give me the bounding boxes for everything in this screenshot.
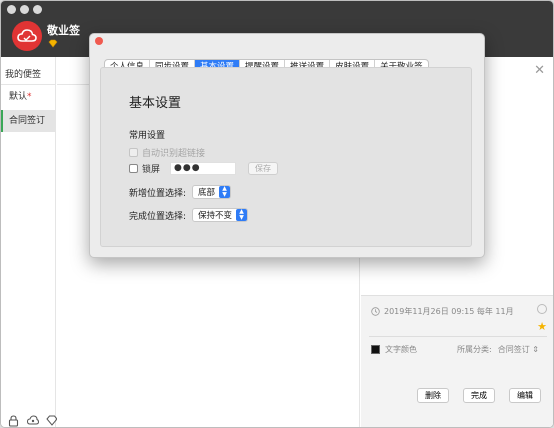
- category-select[interactable]: 合同签订 ⇕: [498, 344, 539, 355]
- new-position-value: 底部: [198, 188, 216, 198]
- text-color-swatch[interactable]: [371, 345, 380, 354]
- lock-screen-checkbox[interactable]: [129, 164, 138, 173]
- auto-link-label: 自动识别超链接: [142, 149, 206, 159]
- cloud-people-icon[interactable]: [26, 414, 39, 427]
- auto-link-checkbox: [129, 148, 138, 157]
- sidebar-item-label: 合同签订: [9, 116, 46, 126]
- new-position-select[interactable]: 底部 ▲ ▼: [192, 185, 232, 199]
- reminder-date: 2019年11月26日 09:15 每年 11月: [384, 307, 514, 316]
- auto-link-option: 自动识别超链接: [129, 146, 205, 159]
- close-icon[interactable]: ✕: [534, 63, 545, 78]
- app-name: 敬业签: [47, 24, 80, 37]
- settings-content: 基本设置 常用设置 自动识别超链接 锁屏 ●●● 保存 新增位置选择: 底部 ▲…: [100, 67, 472, 247]
- note-detail-panel: 2019年11月26日 09:15 每年 11月 ★ 文字颜色 所属分类: 合同…: [361, 295, 553, 427]
- chevron-updown-icon: ▲ ▼: [219, 186, 231, 198]
- app-logo-icon: [12, 21, 42, 51]
- text-color-label: 文字颜色: [385, 345, 417, 354]
- done-position-label: 完成位置选择:: [129, 211, 187, 222]
- common-settings-heading: 常用设置: [129, 131, 166, 141]
- category-value: 合同签订: [497, 345, 530, 354]
- text-color-row[interactable]: 文字颜色: [371, 344, 417, 355]
- sidebar-item-label: 默认: [9, 92, 28, 102]
- sidebar: 我的便签 默认* 合同签订: [1, 57, 95, 427]
- lock-icon[interactable]: [7, 414, 20, 427]
- done-position-row: 完成位置选择: 保持不变 ▲ ▼: [129, 208, 249, 222]
- settings-dialog: 个人信息 同步设置 基本设置 提醒设置 推送设置 皮肤设置 关于敬业签 基本设置…: [89, 33, 485, 258]
- save-button[interactable]: 保存: [248, 162, 279, 175]
- clear-reminder-icon[interactable]: [537, 304, 547, 314]
- category-label: 所属分类:: [457, 345, 492, 354]
- section-title: 基本设置: [129, 96, 182, 111]
- divider: [369, 336, 547, 337]
- category-row: 所属分类: 合同签订 ⇕: [457, 344, 539, 355]
- sidebar-title: 我的便签: [5, 70, 42, 80]
- new-position-row: 新增位置选择: 底部 ▲ ▼: [129, 185, 232, 199]
- done-button[interactable]: 完成: [463, 388, 495, 403]
- reminder-row[interactable]: 2019年11月26日 09:15 每年 11月: [371, 306, 514, 317]
- sidebar-item-contract[interactable]: 合同签订: [1, 110, 56, 132]
- dialog-close-button[interactable]: [95, 37, 103, 45]
- star-icon[interactable]: ★: [537, 320, 547, 333]
- clock-icon: [371, 307, 380, 316]
- done-position-select[interactable]: 保持不变 ▲ ▼: [192, 208, 249, 222]
- divider: [1, 84, 55, 85]
- window-close-button[interactable]: [7, 5, 16, 14]
- password-field[interactable]: ●●●: [170, 162, 237, 175]
- window-minimize-button[interactable]: [20, 5, 29, 14]
- lock-screen-option: 锁屏 ●●● 保存: [129, 162, 279, 175]
- unsaved-marker: *: [27, 92, 32, 102]
- sidebar-item-default[interactable]: 默认*: [1, 86, 56, 108]
- edit-button[interactable]: 编辑: [509, 388, 541, 403]
- lock-screen-label: 锁屏: [142, 165, 161, 175]
- chevron-updown-icon: ▲ ▼: [236, 209, 248, 221]
- new-position-label: 新增位置选择:: [129, 188, 187, 199]
- vip-diamond-icon: [48, 39, 58, 48]
- window-zoom-button[interactable]: [33, 5, 42, 14]
- done-position-value: 保持不变: [198, 211, 233, 221]
- action-buttons: 删除 完成 编辑: [417, 388, 541, 403]
- delete-button[interactable]: 删除: [417, 388, 449, 403]
